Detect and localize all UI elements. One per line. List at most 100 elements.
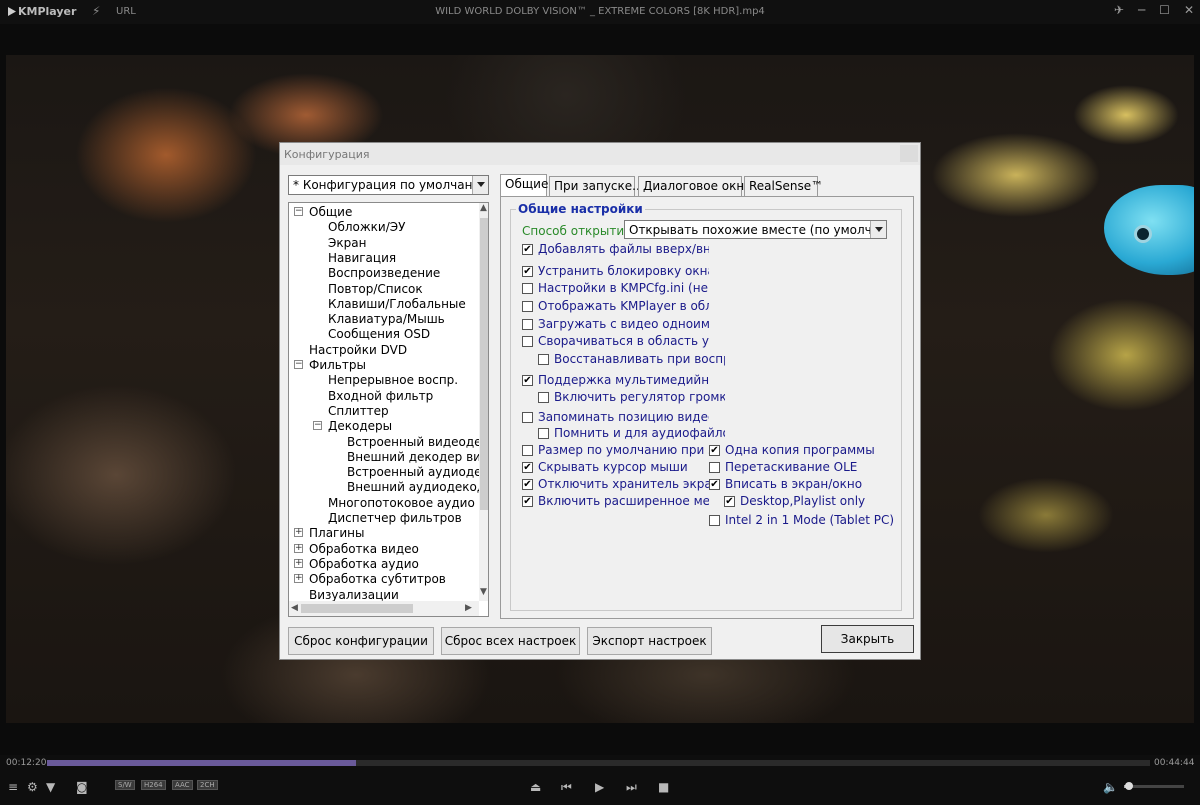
- checkbox-unchecked-icon[interactable]: [538, 428, 549, 439]
- eject-icon[interactable]: ⏏: [530, 780, 541, 794]
- volume-icon[interactable]: 🔈: [1103, 780, 1118, 794]
- checkbox-checked-icon[interactable]: ✔: [709, 479, 720, 490]
- chevron-down-icon[interactable]: [472, 176, 488, 194]
- chevron-down-icon[interactable]: [870, 221, 886, 238]
- 3d-icon[interactable]: ▼: [46, 780, 55, 794]
- tree-item-label: Клавиши/Глобальные: [328, 296, 466, 311]
- checkbox-label: Помнить и для аудиофайлов: [554, 427, 725, 440]
- tree-item-label: Непрерывное воспр.: [328, 373, 459, 388]
- badge-audio-codec[interactable]: AAC: [172, 780, 193, 790]
- tab-realsense[interactable]: RealSense™: [744, 176, 823, 196]
- tree-item-label: Плагины: [309, 526, 365, 541]
- dialog-close-button[interactable]: [900, 145, 918, 162]
- collapse-icon[interactable]: −: [313, 421, 322, 431]
- seek-progress: [47, 760, 356, 766]
- tree-item-label: Встроенный аудиодекодер: [347, 465, 488, 480]
- expand-icon[interactable]: +: [294, 574, 303, 584]
- preset-select[interactable]: * Конфигурация по умолчанию: [288, 175, 489, 195]
- checkbox-unchecked-icon[interactable]: [522, 336, 533, 347]
- pin-icon[interactable]: ✈: [1114, 3, 1124, 17]
- reset-config-button[interactable]: Сброс конфигурации: [288, 627, 434, 655]
- tree-item-label: Фильтры: [309, 358, 366, 372]
- settings-tree[interactable]: − Общие Обложки/ЭУ Экран Навигация Воспроизве…: [288, 202, 489, 617]
- checkbox-label: Добавлять файлы вверх/вниз списка: [538, 243, 709, 256]
- checkbox-label: Включить регулятор громкости: [554, 391, 725, 404]
- export-settings-button[interactable]: Экспорт настроек: [587, 627, 712, 655]
- checkbox-unchecked-icon[interactable]: [522, 445, 533, 456]
- dialog-title: Конфигурация: [280, 143, 920, 165]
- previous-icon[interactable]: ⏮: [561, 780, 572, 795]
- title-bar: KMPlayer ⚡ URL WILD WORLD DOLBY VISION™ …: [0, 0, 1200, 24]
- checkbox-unchecked-icon[interactable]: [538, 354, 549, 365]
- preset-select-value: * Конфигурация по умолчанию: [293, 178, 489, 192]
- close-icon[interactable]: ✕: [1184, 3, 1194, 17]
- total-time: 00:44:44: [1154, 758, 1195, 768]
- menu-icon[interactable]: ≡: [8, 780, 18, 794]
- badge-channels[interactable]: 2CH: [197, 780, 218, 790]
- app-logo[interactable]: KMPlayer: [8, 5, 76, 18]
- lightning-icon[interactable]: ⚡: [92, 4, 100, 18]
- play-icon[interactable]: ▶: [595, 780, 604, 794]
- checkbox-label: Отключить хранитель экрана: [538, 478, 709, 491]
- checkbox-label: Desktop,Playlist only: [740, 494, 866, 508]
- tab-page-general: [500, 196, 914, 619]
- checkbox-checked-icon[interactable]: ✔: [522, 266, 533, 277]
- badge-video-codec[interactable]: H264: [141, 780, 166, 790]
- volume-slider[interactable]: [1124, 782, 1184, 790]
- close-button[interactable]: Закрыть: [821, 625, 914, 653]
- reset-all-button[interactable]: Сброс всех настроек: [441, 627, 580, 655]
- checkbox-unchecked-icon[interactable]: [522, 283, 533, 294]
- scroll-up-icon[interactable]: ▲: [480, 203, 487, 213]
- minimize-icon[interactable]: ─: [1138, 3, 1145, 17]
- vr-icon[interactable]: ◙: [76, 780, 88, 794]
- kmplayer-window: KMPlayer ⚡ URL WILD WORLD DOLBY VISION™ …: [0, 0, 1200, 805]
- checkbox-label: Одна копия программы: [725, 443, 875, 457]
- next-icon[interactable]: ⏭: [626, 780, 637, 795]
- tab-dialog-window[interactable]: Диалоговое окно: [638, 176, 752, 196]
- checkbox-checked-icon[interactable]: ✔: [724, 496, 735, 507]
- expand-icon[interactable]: +: [294, 558, 303, 568]
- checkbox-checked-icon[interactable]: ✔: [522, 462, 533, 473]
- checkbox-unchecked-icon[interactable]: [522, 412, 533, 423]
- tree-vscroll-thumb[interactable]: [480, 218, 488, 510]
- tree-item-label: Общие: [309, 205, 353, 219]
- checkbox-checked-icon[interactable]: ✔: [522, 496, 533, 507]
- scroll-down-icon[interactable]: ▼: [480, 587, 487, 597]
- tab-startup[interactable]: При запуске...: [549, 176, 644, 196]
- url-button[interactable]: URL: [116, 6, 136, 17]
- scroll-left-icon[interactable]: ◀: [291, 603, 298, 613]
- tab-general[interactable]: Общие: [500, 174, 548, 196]
- checkbox-checked-icon[interactable]: ✔: [522, 375, 533, 386]
- tree-item-label: Входной фильтр: [328, 388, 434, 403]
- checkbox-unchecked-icon[interactable]: [709, 462, 720, 473]
- scroll-right-icon[interactable]: ▶: [465, 603, 472, 613]
- expand-icon[interactable]: +: [294, 528, 303, 538]
- checkbox-label: Отображать KMPlayer в области уведомлени…: [538, 300, 709, 313]
- tree-item-label: Экран: [328, 235, 367, 250]
- checkbox-checked-icon[interactable]: ✔: [709, 445, 720, 456]
- checkbox-unchecked-icon[interactable]: [522, 319, 533, 330]
- tree-hscroll-thumb[interactable]: [301, 604, 413, 613]
- open-method-label: Способ открытия:: [522, 224, 636, 238]
- expand-icon[interactable]: +: [294, 543, 303, 553]
- collapse-icon[interactable]: −: [294, 360, 303, 369]
- gear-icon[interactable]: ⚙: [27, 780, 38, 794]
- maximize-icon[interactable]: ☐: [1159, 3, 1170, 17]
- checkbox-unchecked-icon[interactable]: [709, 515, 720, 526]
- tree-horizontal-scrollbar[interactable]: ◀ ▶: [289, 601, 479, 616]
- badge-decoder[interactable]: S/W: [115, 780, 135, 790]
- open-method-select[interactable]: Открывать похожие вместе (по умолч.): [624, 220, 887, 239]
- checkbox-unchecked-icon[interactable]: [522, 301, 533, 312]
- tree-vertical-scrollbar[interactable]: ▲ ▼: [479, 203, 488, 601]
- collapse-icon[interactable]: −: [294, 207, 303, 216]
- current-time: 00:12:20: [6, 758, 47, 768]
- app-name: KMPlayer: [18, 5, 77, 18]
- seek-bar[interactable]: [47, 760, 1150, 766]
- checkbox-checked-icon[interactable]: ✔: [522, 244, 533, 255]
- checkbox-checked-icon[interactable]: ✔: [522, 479, 533, 490]
- checkbox-label: Запоминать позицию видео: [538, 411, 709, 424]
- volume-knob[interactable]: [1124, 782, 1133, 790]
- stop-icon[interactable]: ■: [658, 780, 669, 794]
- checkbox-unchecked-icon[interactable]: [538, 392, 549, 403]
- tree-item-label: Сообщения OSD: [328, 327, 431, 342]
